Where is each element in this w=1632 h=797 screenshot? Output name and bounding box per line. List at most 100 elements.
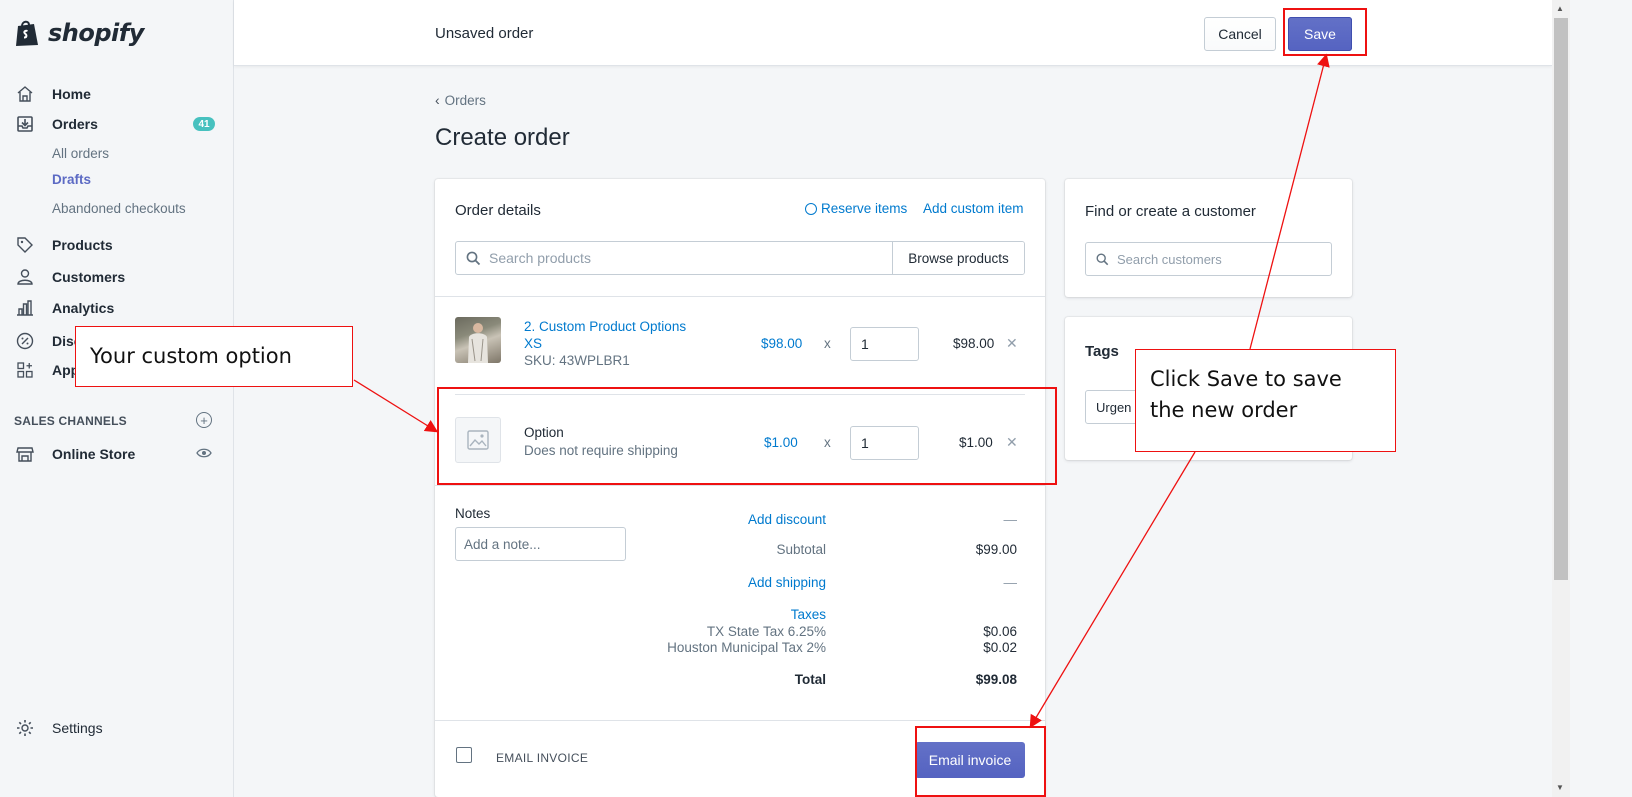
- customer-card-heading: Find or create a customer: [1085, 203, 1256, 220]
- sidebar-item-customers[interactable]: Customers: [14, 265, 125, 289]
- product-thumbnail[interactable]: [455, 317, 501, 363]
- add-discount-link[interactable]: Add discount: [748, 512, 826, 527]
- sales-channels-heading: SALES CHANNELS: [14, 414, 127, 428]
- unsaved-order-title: Unsaved order: [435, 25, 534, 42]
- chart-icon: [14, 298, 36, 318]
- line-item-total: $1.00: [959, 435, 993, 450]
- sidebar-item-label: Customers: [52, 269, 126, 285]
- line-item-shipping-note: Does not require shipping: [524, 443, 678, 458]
- line-item-total: $98.00: [953, 336, 995, 351]
- scroll-down-arrow-icon[interactable]: ▼: [1556, 783, 1564, 792]
- sidebar-item-label: Settings: [52, 720, 103, 736]
- sidebar-item-products[interactable]: Products: [14, 233, 113, 257]
- divider: [435, 485, 1045, 486]
- page-title: Create order: [435, 124, 570, 151]
- add-sales-channel-icon[interactable]: +: [196, 412, 212, 428]
- sidebar-item-label: Home: [52, 86, 91, 102]
- search-icon: [466, 251, 481, 265]
- quantity-input[interactable]: [850, 426, 919, 460]
- line-item-times: x: [824, 336, 831, 351]
- order-details-heading: Order details: [455, 202, 541, 219]
- sidebar-item-label: Analytics: [52, 300, 115, 316]
- add-custom-item-link[interactable]: Add custom item: [923, 201, 1024, 216]
- sidebar-item-orders[interactable]: Orders: [14, 112, 98, 136]
- total-value: $99.08: [975, 672, 1017, 687]
- tax-line-label: Houston Municipal Tax 2%: [667, 640, 826, 655]
- eye-icon[interactable]: [196, 446, 212, 460]
- email-invoice-section-label: EMAIL INVOICE: [496, 751, 589, 765]
- customer-search-field[interactable]: [1085, 242, 1332, 276]
- browse-products-button[interactable]: Browse products: [892, 242, 1024, 274]
- person-icon: [14, 267, 36, 287]
- subtotal-label: Subtotal: [776, 542, 826, 557]
- line-item-price[interactable]: $98.00: [761, 336, 802, 351]
- sidebar-subitem-drafts[interactable]: Drafts: [52, 172, 91, 187]
- sidebar-item-label: Orders: [52, 116, 98, 132]
- email-invoice-button[interactable]: Email invoice: [915, 742, 1025, 778]
- cancel-button[interactable]: Cancel: [1204, 17, 1276, 51]
- remove-item-icon[interactable]: ✕: [1006, 335, 1018, 352]
- divider: [435, 720, 1045, 721]
- tax-line-value: $0.06: [983, 624, 1017, 639]
- line-item-custom-option: Option Does not require shipping $1.00 x…: [435, 395, 1045, 475]
- line-item-name: Option: [524, 425, 564, 440]
- line-item-sku: SKU: 43WPLBR1: [524, 353, 630, 368]
- line-item-variant: XS: [524, 336, 543, 351]
- sidebar-item-home[interactable]: Home: [14, 82, 91, 106]
- shipping-value: —: [1003, 575, 1018, 590]
- clock-icon: [805, 202, 817, 215]
- remove-item-icon[interactable]: ✕: [1006, 434, 1018, 451]
- sidebar: shopify Home Orders 41 All orders Drafts…: [0, 0, 234, 797]
- scrollbar-thumb[interactable]: [1554, 18, 1568, 580]
- product-search-field[interactable]: [456, 242, 892, 274]
- line-item-product: 2. Custom Product Options XS SKU: 43WPLB…: [435, 297, 1045, 377]
- save-instruction-callout: Click Save to save the new order: [1135, 349, 1396, 452]
- line-item-times: x: [824, 435, 831, 450]
- orders-count-badge: 41: [193, 117, 215, 131]
- sidebar-subitem-abandoned-checkouts[interactable]: Abandoned checkouts: [52, 201, 186, 216]
- reserve-items-label: Reserve items: [821, 201, 908, 216]
- sidebar-subitem-all-orders[interactable]: All orders: [52, 146, 109, 161]
- product-search: Browse products: [455, 241, 1025, 275]
- discount-icon: [14, 331, 36, 351]
- search-customers-input[interactable]: [1117, 251, 1307, 267]
- taxes-link[interactable]: Taxes: [791, 607, 826, 622]
- top-bar: Unsaved order Cancel Save: [234, 0, 1552, 66]
- sidebar-item-settings[interactable]: Settings: [14, 716, 103, 740]
- custom-option-callout: Your custom option: [75, 326, 353, 387]
- line-item-name[interactable]: 2. Custom Product Options: [524, 319, 686, 334]
- brand-name: shopify: [48, 19, 144, 47]
- shopify-bag-icon: [14, 19, 40, 47]
- breadcrumb[interactable]: ‹ Orders: [435, 92, 486, 108]
- scroll-up-arrow-icon[interactable]: ▲: [1556, 4, 1564, 13]
- arrow-to-custom-option: [353, 379, 439, 433]
- product-photo-icon: [468, 323, 488, 363]
- discount-value: —: [1003, 512, 1018, 527]
- tags-heading: Tags: [1085, 343, 1119, 360]
- subtotal-value: $99.00: [975, 542, 1017, 557]
- image-placeholder: [455, 417, 501, 463]
- reserve-items-link[interactable]: Reserve items: [805, 201, 907, 216]
- search-products-input[interactable]: [489, 250, 849, 266]
- customer-card: Find or create a customer: [1065, 179, 1352, 297]
- tag-icon: [14, 235, 36, 255]
- notes-input[interactable]: [455, 527, 626, 561]
- chevron-left-icon: ‹: [435, 92, 440, 108]
- line-item-price[interactable]: $1.00: [764, 435, 798, 450]
- gear-icon: [14, 718, 36, 738]
- sidebar-item-label: Products: [52, 237, 113, 253]
- save-button[interactable]: Save: [1288, 17, 1352, 51]
- add-shipping-link[interactable]: Add shipping: [748, 575, 826, 590]
- notes-label: Notes: [455, 506, 491, 521]
- sidebar-item-online-store[interactable]: Online Store: [14, 442, 135, 466]
- image-placeholder-icon: [467, 430, 489, 450]
- sidebar-item-analytics[interactable]: Analytics: [14, 296, 114, 320]
- search-icon: [1096, 253, 1109, 265]
- shopify-logo[interactable]: shopify: [0, 0, 234, 66]
- tax-line-label: TX State Tax 6.25%: [706, 624, 826, 639]
- invoice-icon: [456, 747, 472, 763]
- quantity-input[interactable]: [850, 327, 919, 361]
- orders-icon: [14, 114, 36, 134]
- sidebar-item-label: Online Store: [52, 446, 136, 462]
- breadcrumb-orders: Orders: [444, 92, 486, 108]
